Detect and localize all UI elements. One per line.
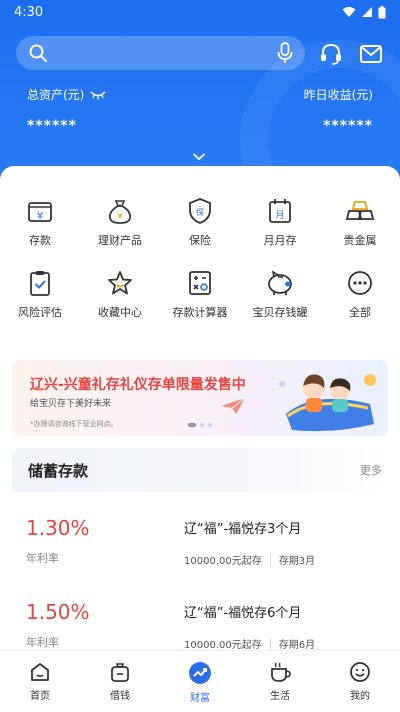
- menu-item-precious-metals[interactable]: 贵金属: [320, 196, 400, 268]
- menu-label: 存款计算器: [172, 306, 228, 319]
- tab-label: 首页: [30, 691, 50, 702]
- expand-chevron-icon[interactable]: [192, 146, 206, 165]
- menu-label: 风险评估: [18, 306, 62, 319]
- children-illustration: [279, 374, 376, 432]
- tab-me[interactable]: 我的: [320, 651, 400, 712]
- main-panel: ¥ 存款 ¥ 理财产品 保 保险 月 月月存 贵金属 风险评估 收藏中心 存款计…: [0, 166, 400, 650]
- money-bag-icon: ¥: [105, 196, 135, 226]
- savings-product-item[interactable]: 1.30% 年利率 辽“福”-福悦存3个月 10000.00元起存 存期3月: [12, 492, 388, 576]
- tab-label: 借钱: [110, 691, 130, 702]
- piggy-bank-icon: [265, 268, 295, 298]
- menu-item-wealth-products[interactable]: ¥ 理财产品: [80, 196, 160, 268]
- star-icon: [105, 268, 135, 298]
- bottom-tab-bar: 首页 借钱 财富 生活 我的: [0, 650, 400, 712]
- calculator-icon: [185, 268, 215, 298]
- savings-more-link[interactable]: 更多: [360, 462, 382, 478]
- tab-borrow[interactable]: 借钱: [80, 651, 160, 712]
- tab-label: 我的: [350, 691, 370, 702]
- mail-icon[interactable]: [359, 42, 383, 66]
- menu-item-risk-assessment[interactable]: 风险评估: [0, 268, 80, 340]
- savings-title: 储蓄存款: [28, 461, 89, 480]
- banner-subtitle: 给宝贝存下美好未来: [30, 399, 112, 409]
- product-rate-label: 年利率: [26, 636, 59, 649]
- deposit-icon: ¥: [25, 196, 55, 226]
- status-time: 4:30: [14, 4, 44, 20]
- savings-product-item[interactable]: 1.50% 年利率 辽“福”-福悦存6个月 10000.00元起存 存期6月: [12, 576, 388, 650]
- wifi-icon: [342, 7, 356, 17]
- eye-closed-icon[interactable]: [90, 90, 106, 100]
- meta-divider: [269, 554, 271, 565]
- total-assets-label: 总资产(元): [27, 88, 85, 102]
- menu-label: 月月存: [263, 234, 297, 247]
- tab-wealth[interactable]: 财富: [160, 651, 240, 712]
- svg-text:保: 保: [196, 207, 204, 217]
- coffee-icon: [271, 662, 291, 682]
- product-term: 存期3月: [278, 556, 316, 567]
- product-min-amount: 10000.00元起存: [184, 640, 262, 650]
- banner-note: *办理请咨询线下营业网点。: [30, 420, 118, 428]
- product-rate: 1.50%: [26, 600, 90, 624]
- product-name: 辽“福”-福悦存3个月: [184, 522, 302, 537]
- search-icon: [29, 44, 47, 62]
- svg-text:¥: ¥: [37, 211, 43, 222]
- banner-title: 辽兴-兴童礼存礼仪存单限量发售中: [30, 377, 246, 393]
- menu-label: 理财产品: [98, 234, 142, 247]
- product-rate: 1.30%: [26, 516, 90, 540]
- total-assets-label-group[interactable]: 总资产(元): [27, 86, 106, 103]
- menu-item-all[interactable]: 全部: [320, 268, 400, 340]
- yesterday-income-label: 昨日收益(元): [303, 88, 373, 102]
- menu-item-monthly-deposit[interactable]: 月 月月存: [240, 196, 320, 268]
- wealth-icon: [189, 662, 211, 684]
- search-bar[interactable]: [16, 36, 305, 70]
- total-assets-value: ******: [27, 118, 77, 134]
- tab-life[interactable]: 生活: [240, 651, 320, 712]
- battery-icon: [378, 5, 386, 18]
- status-bar: 4:30: [0, 0, 400, 24]
- product-name: 辽“福”-福悦存6个月: [184, 606, 302, 621]
- microphone-icon[interactable]: [277, 42, 293, 64]
- tab-home[interactable]: 首页: [0, 651, 80, 712]
- product-min-amount: 10000.00元起存: [184, 556, 262, 567]
- calendar-icon: 月: [265, 196, 295, 226]
- insurance-shield-icon: 保: [185, 196, 215, 226]
- more-icon: [345, 268, 375, 298]
- savings-header: 储蓄存款 更多: [12, 448, 388, 492]
- yesterday-income-value: ******: [323, 118, 373, 134]
- quick-menu: ¥ 存款 ¥ 理财产品 保 保险 月 月月存 贵金属 风险评估 收藏中心 存款计…: [0, 196, 400, 340]
- svg-text:月: 月: [275, 210, 284, 221]
- tab-label: 生活: [270, 691, 290, 702]
- menu-item-piggy-bank[interactable]: 宝贝存钱罐: [240, 268, 320, 340]
- wallet-icon: [111, 663, 129, 682]
- menu-label: 收藏中心: [98, 306, 142, 319]
- menu-label: 贵金属: [343, 234, 377, 247]
- tab-label: 财富: [190, 693, 210, 704]
- promo-banner[interactable]: 辽兴-兴童礼存礼仪存单限量发售中 给宝贝存下美好未来 *办理请咨询线下营业网点。: [12, 360, 388, 436]
- menu-item-deposit[interactable]: ¥ 存款: [0, 196, 80, 268]
- menu-item-favorites[interactable]: 收藏中心: [80, 268, 160, 340]
- svg-text:¥: ¥: [117, 212, 123, 222]
- menu-label: 宝贝存钱罐: [252, 306, 308, 319]
- gold-bars-icon: [345, 196, 375, 226]
- product-meta: 10000.00元起存 存期6月: [184, 636, 315, 650]
- meta-divider: [269, 638, 271, 649]
- customer-service-icon[interactable]: [319, 42, 343, 66]
- product-meta: 10000.00元起存 存期3月: [184, 552, 315, 567]
- product-rate-label: 年利率: [26, 552, 59, 565]
- savings-section: 储蓄存款 更多 1.30% 年利率 辽“福”-福悦存3个月 10000.00元起…: [12, 448, 388, 650]
- signal-icon: [362, 7, 372, 17]
- product-term: 存期6月: [278, 640, 316, 650]
- paper-plane-icon: [221, 397, 246, 414]
- banner-pagination: [188, 423, 212, 427]
- menu-label: 保险: [189, 234, 211, 247]
- profile-icon: [350, 662, 370, 682]
- menu-label: 存款: [29, 234, 51, 247]
- home-icon: [31, 663, 49, 681]
- clipboard-check-icon: [25, 268, 55, 298]
- menu-item-insurance[interactable]: 保 保险: [160, 196, 240, 268]
- menu-item-deposit-calculator[interactable]: 存款计算器: [160, 268, 240, 340]
- menu-label: 全部: [349, 306, 371, 319]
